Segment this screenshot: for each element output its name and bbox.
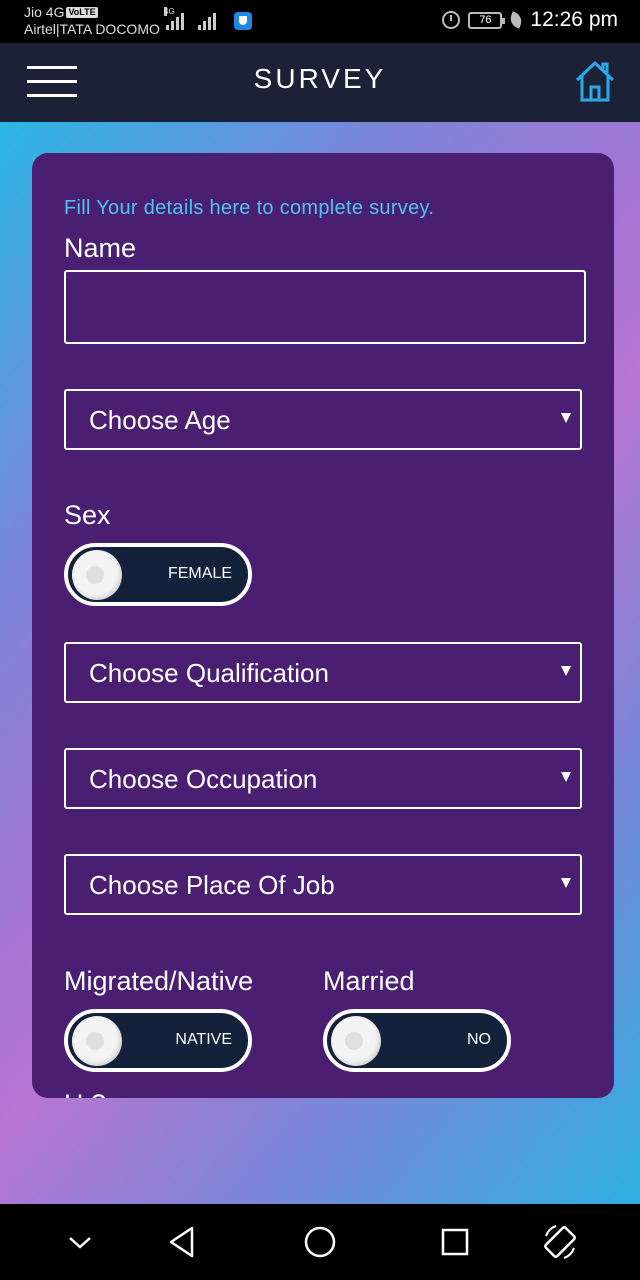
age-select-value: Choose Age — [89, 405, 231, 435]
signal-icon — [198, 10, 216, 30]
battery-icon: 76 — [468, 11, 506, 29]
system-nav-bar — [0, 1204, 640, 1280]
qualification-select[interactable]: Choose Qualification — [64, 642, 582, 703]
migrated-label: Migrated/Native — [64, 966, 254, 996]
alarm-icon — [442, 11, 461, 29]
occupation-select-value: Choose Occupation — [89, 764, 318, 794]
home-icon[interactable] — [574, 59, 616, 103]
signal-indicators: 4G — [164, 7, 252, 30]
dropdown-arrow-icon — [561, 878, 571, 888]
qualification-select-value: Choose Qualification — [89, 658, 329, 688]
place-of-job-select-value: Choose Place Of Job — [89, 870, 335, 900]
signal-icon: 4G — [164, 7, 184, 30]
chevron-down-icon[interactable] — [60, 1222, 100, 1262]
sex-toggle-label: FEMALE — [167, 565, 232, 582]
back-triangle-icon[interactable] — [163, 1222, 203, 1262]
carrier-2: Airtel|TATA DOCOMO — [24, 21, 160, 37]
status-right: 76 12:26 pm — [442, 8, 618, 32]
page-title: SURVEY — [253, 63, 387, 94]
migrated-toggle-label: NATIVE — [175, 1031, 232, 1048]
volte-badge: VoLTE — [66, 7, 98, 18]
carrier-1: Jio 4G — [24, 4, 65, 20]
status-bar: Jio 4G VoLTE Airtel|TATA DOCOMO 4G 76 12:… — [0, 0, 640, 43]
recents-square-icon[interactable] — [435, 1222, 475, 1262]
occupation-select[interactable]: Choose Occupation — [64, 748, 582, 809]
sex-label: Sex — [64, 500, 111, 530]
app-header: SURVEY — [0, 43, 640, 122]
age-select[interactable]: Choose Age — [64, 389, 582, 450]
married-toggle-label: NO — [467, 1031, 491, 1048]
power-saving-leaf-icon — [508, 11, 525, 29]
survey-form-card: Fill Your details here to complete surve… — [32, 153, 614, 1098]
carrier-info: Jio 4G VoLTE Airtel|TATA DOCOMO — [24, 4, 160, 38]
married-label: Married — [323, 966, 415, 996]
sex-toggle[interactable]: FEMALE — [64, 543, 252, 606]
dropdown-arrow-icon — [561, 772, 571, 782]
next-question-label: H ? — [64, 1089, 106, 1098]
security-shield-icon — [234, 12, 252, 30]
toggle-knob — [72, 1016, 122, 1066]
clock: 12:26 pm — [530, 8, 618, 31]
dropdown-arrow-icon — [561, 666, 571, 676]
form-intro: Fill Your details here to complete surve… — [64, 197, 435, 219]
content-area: Fill Your details here to complete surve… — [0, 122, 640, 1204]
name-label: Name — [64, 233, 137, 263]
name-input[interactable] — [64, 270, 586, 344]
migrated-toggle[interactable]: NATIVE — [64, 1009, 252, 1072]
network-type: 4G — [164, 7, 175, 16]
toggle-knob — [72, 550, 122, 600]
place-of-job-select[interactable]: Choose Place Of Job — [64, 854, 582, 915]
toggle-knob — [331, 1016, 381, 1066]
rotate-icon[interactable] — [540, 1222, 580, 1262]
married-toggle[interactable]: NO — [323, 1009, 511, 1072]
dropdown-arrow-icon — [561, 413, 571, 423]
home-circle-icon[interactable] — [300, 1222, 340, 1262]
